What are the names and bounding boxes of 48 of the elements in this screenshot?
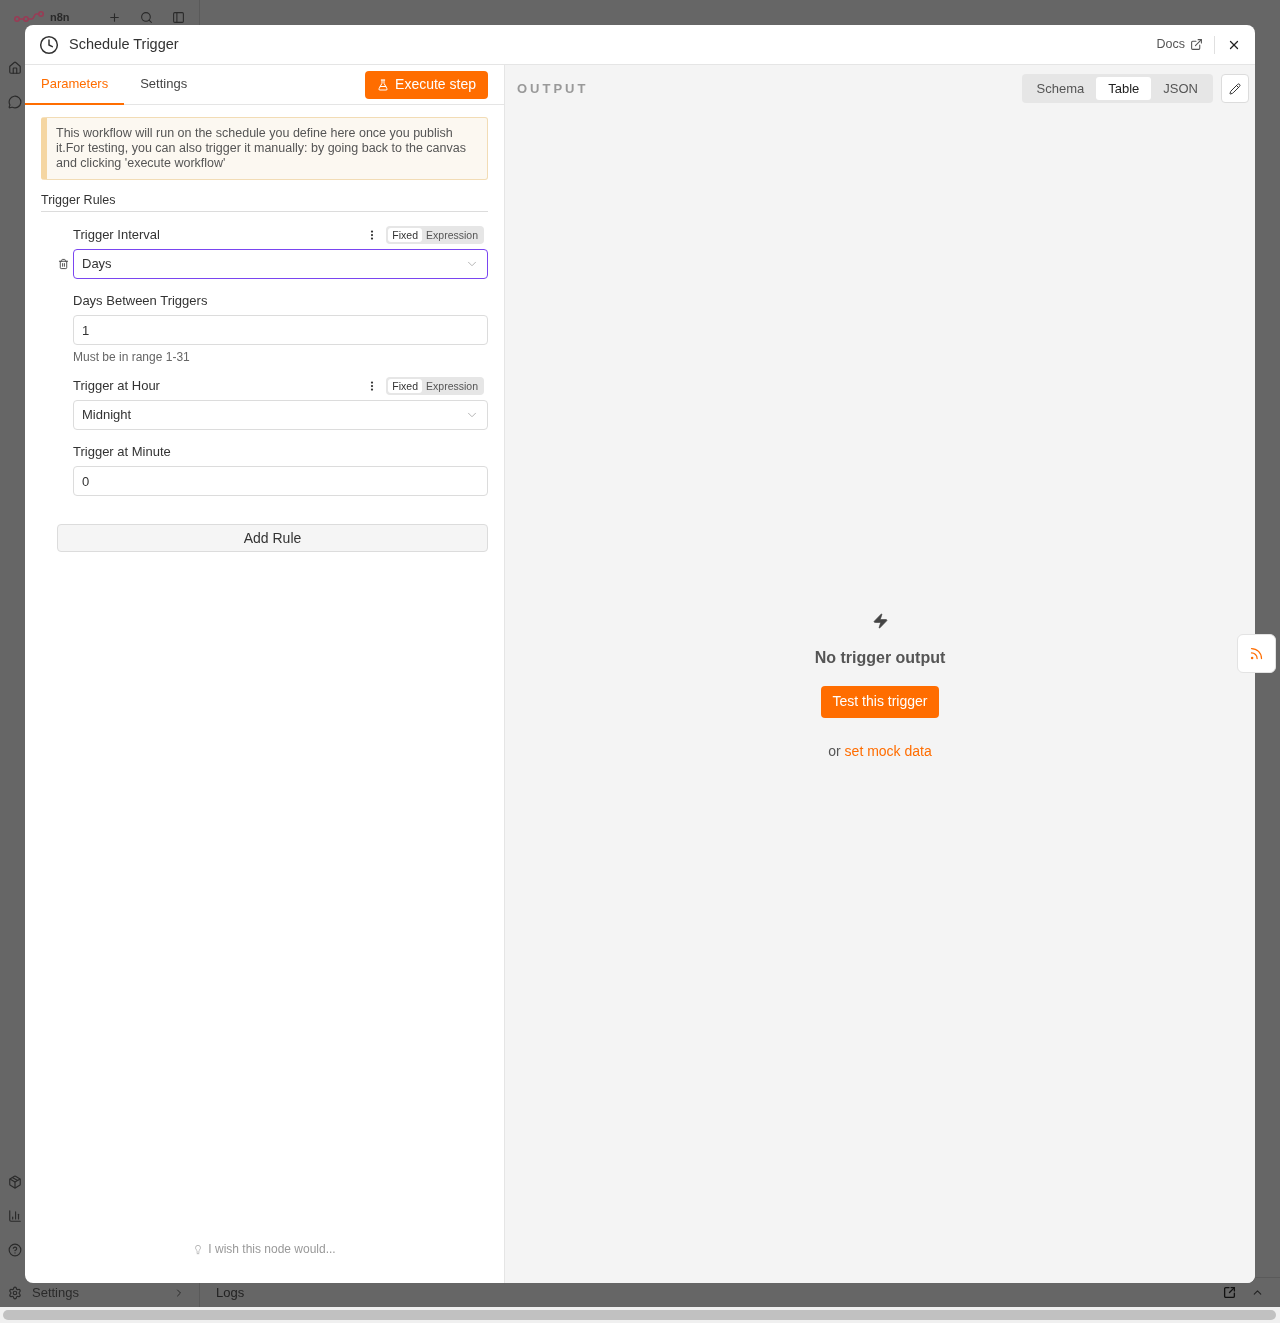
field-label: Days Between Triggers: [73, 292, 208, 311]
mode-option[interactable]: Fixed: [388, 228, 423, 242]
section-title: Trigger Rules: [41, 193, 116, 207]
pencil-icon: [1229, 82, 1241, 95]
empty-state-title: No trigger output: [814, 647, 946, 668]
edit-button[interactable]: [1221, 74, 1249, 103]
dialog-title: Schedule Trigger: [69, 34, 179, 54]
horizontal-scrollbar[interactable]: [0, 1307, 1280, 1323]
popout-icon[interactable]: [1223, 1286, 1236, 1299]
external-link-icon: [1190, 38, 1203, 51]
view-mode-tab[interactable]: Schema: [1024, 77, 1097, 100]
mock-data-hint: or set mock data: [828, 741, 932, 761]
search-icon[interactable]: [140, 10, 153, 24]
logo-icon: [14, 11, 44, 23]
field-hint: Must be in range 1-31: [73, 350, 191, 364]
trash-icon[interactable]: [58, 258, 69, 270]
side-panel-button[interactable]: [1237, 634, 1276, 673]
help-icon[interactable]: [8, 1243, 22, 1257]
mode-option[interactable]: Expression: [422, 228, 482, 242]
field-label: Trigger Interval: [73, 226, 160, 245]
settings-icon[interactable]: [8, 1286, 22, 1300]
chart-icon[interactable]: [8, 1209, 22, 1223]
field-label: Trigger at Hour: [73, 377, 160, 396]
select-field[interactable]: Days: [73, 249, 488, 279]
docs-link[interactable]: Docs: [1156, 35, 1203, 54]
view-mode-tab[interactable]: JSON: [1151, 77, 1210, 100]
rss-icon: [1249, 646, 1264, 661]
view-mode-tab[interactable]: Table: [1096, 77, 1152, 100]
clock-icon: [39, 34, 59, 55]
field-label: Trigger at Minute: [73, 443, 171, 462]
chat-icon[interactable]: [8, 95, 22, 109]
logo-text: n8n: [50, 11, 70, 23]
home-icon[interactable]: [8, 61, 22, 75]
flask-icon: [377, 78, 390, 91]
sidebar-toggle-icon[interactable]: [172, 10, 185, 24]
tab[interactable]: Settings: [124, 65, 204, 105]
mode-option[interactable]: Fixed: [388, 379, 423, 393]
add-rule-button[interactable]: Add Rule: [57, 524, 488, 552]
lightning-icon: [871, 611, 889, 630]
plus-icon[interactable]: [108, 10, 121, 24]
package-icon[interactable]: [8, 1175, 22, 1189]
mode-option[interactable]: Expression: [422, 379, 482, 393]
select-field[interactable]: Midnight: [73, 400, 488, 430]
schedule-notice: This workflow will run on the schedule you define here once you publish it.For testing, you can also trigger it manually: by going back to the canvas and clicking 'execute workflow': [41, 117, 488, 180]
number-field[interactable]: 1: [73, 315, 488, 345]
number-field[interactable]: 0: [73, 466, 488, 496]
output-title: OUTPUT: [517, 79, 589, 98]
lightbulb-icon: [193, 1243, 204, 1255]
